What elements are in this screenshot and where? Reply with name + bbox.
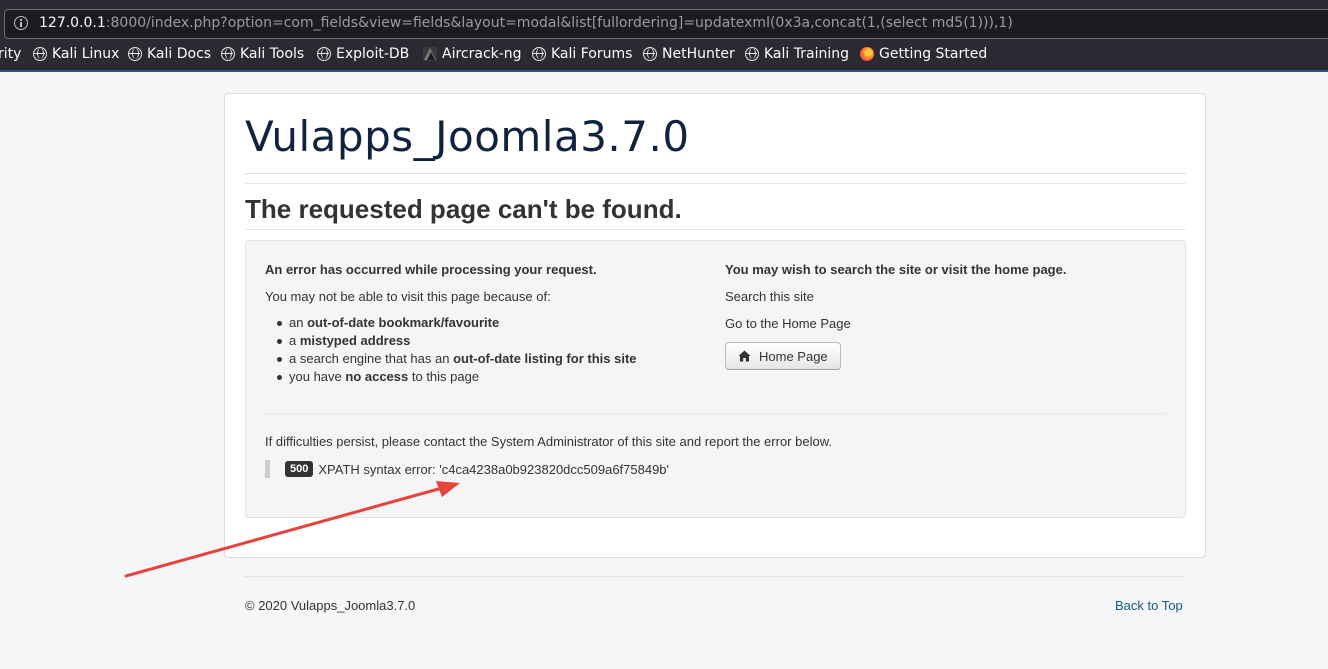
bookmark-label: Aircrack-ng: [442, 46, 522, 62]
error-page-card: Vulapps_Joomla3.7.0 The requested page c…: [224, 93, 1206, 558]
bookmark-label: Kali Docs: [147, 46, 212, 62]
home-page-button[interactable]: Home Page: [725, 342, 841, 370]
goto-home-text: Go to the Home Page: [725, 316, 851, 331]
bookmark-kali-forums[interactable]: Kali Forums: [532, 46, 632, 62]
error-blockquote: 500 XPATH syntax error: 'c4ca4238a0b9238…: [265, 460, 669, 478]
home-options-column: You may wish to search the site or visit…: [725, 261, 1145, 370]
bookmark-label: Exploit-DB: [336, 46, 410, 62]
error-details-panel: An error has occurred while processing y…: [245, 240, 1186, 518]
bookmark-security[interactable]: rity: [0, 46, 21, 62]
bookmark-kali-training[interactable]: Kali Training: [745, 46, 849, 62]
list-item: a mistyped address: [277, 332, 705, 350]
list-item: an out-of-date bookmark/favourite: [277, 314, 705, 332]
error-message: XPATH syntax error: 'c4ca4238a0b923820dc…: [318, 461, 670, 477]
globe-icon: [745, 47, 759, 61]
divider: [265, 413, 1166, 414]
firefox-icon: [860, 47, 874, 61]
page-heading: The requested page can't be found.: [245, 194, 682, 224]
error-info-column: An error has occurred while processing y…: [265, 261, 705, 386]
info-icon[interactable]: [14, 16, 28, 30]
globe-icon: [221, 47, 235, 61]
footer-copyright: © 2020 Vulapps_Joomla3.7.0: [245, 598, 416, 613]
bookmark-label: NetHunter: [662, 46, 735, 62]
divider: [245, 183, 1186, 184]
reason-text: a: [289, 333, 300, 348]
globe-icon: [532, 47, 546, 61]
url-host: 127.0.0.1: [39, 15, 106, 31]
toolbar-divider: [0, 70, 1328, 72]
bookmark-label: Kali Tools: [240, 46, 305, 62]
url-text[interactable]: 127.0.0.1:8000/index.php?option=com_fiel…: [39, 15, 1013, 31]
divider: [245, 173, 1186, 174]
bookmarks-toolbar: rity Kali Linux Kali Docs Kali Tools Exp…: [0, 44, 1328, 68]
divider: [245, 229, 1186, 230]
reasons-list: an out-of-date bookmark/favourite a mist…: [265, 314, 705, 386]
browser-chrome: 127.0.0.1:8000/index.php?option=com_fiel…: [0, 0, 1328, 72]
bookmark-label: Kali Training: [764, 46, 849, 62]
globe-icon: [643, 47, 657, 61]
bookmark-label: Kali Forums: [551, 46, 633, 62]
reason-emphasis: out-of-date listing for this site: [453, 351, 637, 366]
site-title[interactable]: Vulapps_Joomla3.7.0: [245, 112, 690, 161]
home-icon: [738, 350, 751, 362]
home-page-button-label: Home Page: [759, 348, 828, 364]
reason-emphasis: no access: [345, 369, 409, 384]
search-site-text: Search this site: [725, 289, 814, 304]
footer-divider: [244, 576, 1185, 577]
reason-text: an: [289, 315, 308, 330]
error-code-badge: 500: [285, 461, 314, 477]
bookmark-kali-docs[interactable]: Kali Docs: [128, 46, 211, 62]
bookmark-kali-linux[interactable]: Kali Linux: [33, 46, 119, 62]
reason-text: a search engine that has an: [289, 351, 454, 366]
reason-text: to this page: [408, 369, 480, 384]
bookmark-label: rity: [0, 46, 22, 62]
options-intro: You may wish to search the site or visit…: [725, 262, 1067, 277]
url-path: :8000/index.php?option=com_fields&view=f…: [105, 15, 1013, 31]
aircrack-icon: [423, 47, 437, 61]
globe-icon: [33, 47, 47, 61]
bookmark-getting-started[interactable]: Getting Started: [860, 46, 987, 62]
globe-icon: [128, 47, 142, 61]
bookmark-label: Kali Linux: [52, 46, 120, 62]
error-intro: An error has occurred while processing y…: [265, 262, 597, 277]
bookmark-nethunter[interactable]: NetHunter: [643, 46, 735, 62]
bookmark-kali-tools[interactable]: Kali Tools: [221, 46, 304, 62]
reason-emphasis: mistyped address: [299, 333, 411, 348]
reasons-intro: You may not be able to visit this page b…: [265, 289, 551, 304]
address-bar[interactable]: 127.0.0.1:8000/index.php?option=com_fiel…: [4, 9, 1328, 39]
reason-text: you have: [289, 369, 346, 384]
list-item: you have no access to this page: [277, 368, 705, 386]
back-to-top-link[interactable]: Back to Top: [1115, 598, 1183, 613]
list-item: a search engine that has an out-of-date …: [277, 350, 705, 368]
persist-message: If difficulties persist, please contact …: [265, 434, 832, 449]
bookmark-aircrack-ng[interactable]: Aircrack-ng: [423, 46, 522, 62]
reason-emphasis: out-of-date bookmark/favourite: [307, 315, 500, 330]
globe-icon: [317, 47, 331, 61]
bookmark-exploit-db[interactable]: Exploit-DB: [317, 46, 409, 62]
bookmark-label: Getting Started: [879, 46, 988, 62]
